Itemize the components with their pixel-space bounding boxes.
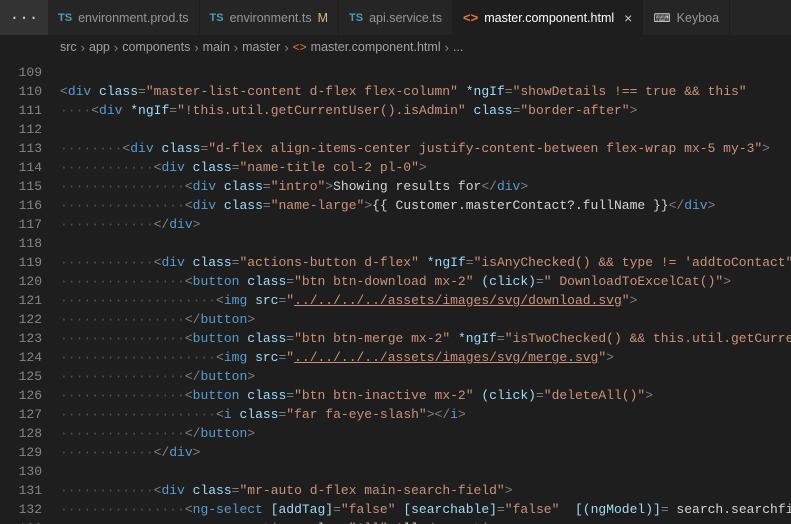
activity-bar-more[interactable]: ··· [0, 0, 48, 35]
breadcrumb-tail[interactable]: ... [453, 40, 463, 54]
tab-label: environment.ts [230, 11, 312, 25]
tab-label: master.component.html [484, 11, 614, 25]
breadcrumb[interactable]: src › app › components › main › master ›… [0, 35, 791, 59]
typescript-icon: TS [210, 12, 224, 24]
html-icon: <> [293, 40, 307, 54]
typescript-icon: TS [349, 12, 363, 24]
tab-label: Keyboa [677, 11, 719, 25]
tab-environment-prod[interactable]: TS environment.prod.ts [48, 0, 200, 35]
chevron-right-icon: › [114, 40, 118, 55]
breadcrumb-file[interactable]: master.component.html [311, 40, 441, 54]
tab-keyboard[interactable]: ⌨ Keyboa [643, 0, 730, 35]
chevron-right-icon: › [81, 40, 85, 55]
ellipsis-icon: ··· [10, 9, 39, 27]
chevron-right-icon: › [194, 40, 198, 55]
breadcrumb-part[interactable]: main [203, 40, 230, 54]
chevron-right-icon: › [234, 40, 238, 55]
breadcrumb-part[interactable]: app [89, 40, 110, 54]
chevron-right-icon: › [284, 40, 288, 55]
chevron-right-icon: › [445, 40, 449, 55]
tab-master-component[interactable]: <> master.component.html × [453, 0, 643, 35]
tab-label: api.service.ts [369, 11, 442, 25]
tab-modified-badge: M [318, 11, 328, 25]
keyboard-icon: ⌨ [653, 11, 670, 25]
editor-tabs: TS environment.prod.ts TS environment.ts… [48, 0, 791, 35]
breadcrumb-part[interactable]: src [60, 40, 77, 54]
tab-api-service[interactable]: TS api.service.ts [339, 0, 453, 35]
typescript-icon: TS [58, 12, 72, 24]
breadcrumb-part[interactable]: master [242, 40, 280, 54]
line-number-gutter: 1091101111121131141151161171181191201211… [0, 59, 60, 524]
tab-environment[interactable]: TS environment.ts M [200, 0, 339, 35]
breadcrumb-part[interactable]: components [122, 40, 190, 54]
close-icon[interactable]: × [624, 10, 632, 26]
html-icon: <> [463, 10, 478, 25]
code-content[interactable]: <div class="master-list-content d-flex f… [60, 59, 791, 524]
tab-label: environment.prod.ts [78, 11, 188, 25]
code-editor[interactable]: 1091101111121131141151161171181191201211… [0, 59, 791, 524]
